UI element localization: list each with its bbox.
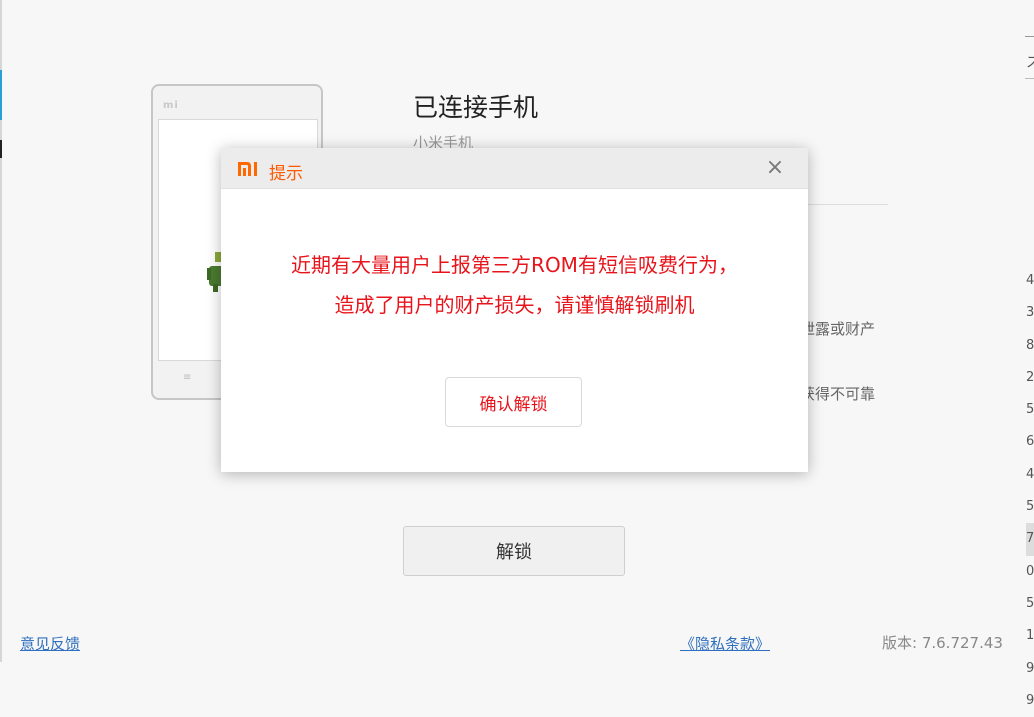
mi-logo-icon [238,162,257,176]
edge-digit-column: 4 3 8 2 5 6 4 5 7 0 5 1 9 9 [1026,265,1034,717]
dialog-title: 提示 [269,164,303,184]
edge-digit: 4 [1026,466,1034,482]
edge-digit: 2 [1026,369,1034,385]
close-icon[interactable]: × [764,157,786,179]
privacy-link[interactable]: 《隐私条款》 [680,633,770,654]
dialog-header: 提示 × [221,148,808,189]
page-title: 已连接手机 [413,93,539,122]
edge-line [1025,36,1034,37]
phone-menu-icon: ≡ [183,372,192,383]
edge-digit: 4 [1026,273,1034,288]
divider [808,204,888,205]
version-label: 版本: 7.6.727.43 [882,634,1003,652]
left-edge-accent [0,70,2,120]
edge-digit: 9 [1026,660,1034,676]
unlock-button[interactable]: 解锁 [403,526,625,576]
edge-digit: 9 [1026,692,1034,708]
left-edge-mark [0,140,2,158]
edge-digit: 8 [1026,337,1034,353]
edge-glyph: ス [1026,55,1034,71]
edge-digit: 5 [1026,402,1034,418]
left-window-edge [0,0,2,662]
edge-digit: 5 [1026,499,1034,515]
edge-digit: 1 [1026,628,1034,644]
edge-digit: 7 [1026,523,1034,556]
warning-text-fragment-2: 获得不可靠 [800,385,876,403]
edge-digit: 3 [1026,305,1034,321]
edge-digit: 5 [1026,595,1034,611]
warning-dialog: 提示 × 近期有大量用户上报第三方ROM有短信吸费行为，造成了用户的财产损失，请… [221,148,808,472]
warning-text-fragment-1: 泄露或财产 [800,320,876,338]
confirm-unlock-button[interactable]: 确认解锁 [445,377,582,427]
dialog-message: 近期有大量用户上报第三方ROM有短信吸费行为，造成了用户的财产损失，请谨慎解锁刷… [291,253,738,317]
phone-logo: mi [163,100,179,111]
edge-digit: 6 [1026,434,1034,450]
edge-line [1025,78,1034,79]
feedback-link[interactable]: 意见反馈 [20,633,80,654]
edge-digit: 0 [1026,563,1034,579]
